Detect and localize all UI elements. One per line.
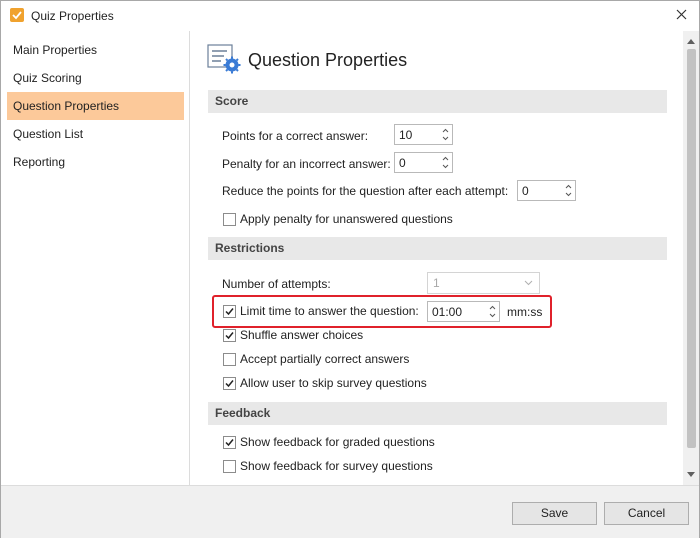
unanswered-penalty-checkbox[interactable] [223,213,236,226]
page-title: Question Properties [248,50,408,70]
quiz-properties-dialog: Quiz Properties Main Properties Quiz Sco… [0,0,700,538]
reduce-points-label: Reduce the points for the question after… [222,184,509,198]
incorrect-penalty-value: 0 [399,156,406,170]
feedback-section-header: Feedback [208,402,667,425]
title-bar: Quiz Properties [1,1,699,31]
chevron-down-icon [524,280,533,286]
unanswered-penalty-label: Apply penalty for unanswered questions [240,212,453,226]
checkmark-icon [225,332,234,340]
vertical-scrollbar[interactable] [683,31,699,485]
partial-answers-checkbox[interactable] [223,353,236,366]
checkmark-icon [225,380,234,388]
dialog-footer: Save Cancel [1,485,699,538]
time-limit-stepper[interactable]: 01:00 [427,301,500,322]
scrollbar-thumb[interactable] [687,49,696,448]
reduce-points-value: 0 [522,184,529,198]
save-button[interactable]: Save [512,502,597,525]
graded-feedback-checkbox[interactable] [223,436,236,449]
skip-survey-checkbox[interactable] [223,377,236,390]
attempts-value: 1 [433,276,440,290]
spin-arrows-icon[interactable] [441,154,450,171]
shuffle-checkbox[interactable] [223,329,236,342]
partial-answers-label: Accept partially correct answers [240,352,410,366]
sidebar-item-main-properties[interactable]: Main Properties [7,36,184,64]
close-button[interactable] [671,5,693,25]
sidebar: Main Properties Quiz Scoring Question Pr… [1,31,190,485]
spin-arrows-icon[interactable] [564,182,573,199]
sidebar-item-reporting[interactable]: Reporting [7,148,184,176]
close-icon [676,9,687,20]
window-title: Quiz Properties [31,9,114,23]
checkmark-icon [225,308,234,316]
incorrect-penalty-stepper[interactable]: 0 [394,152,453,173]
correct-answer-value: 10 [399,128,413,142]
correct-answer-label: Points for a correct answer: [222,129,369,143]
time-limit-value: 01:00 [432,305,463,319]
sidebar-item-question-properties[interactable]: Question Properties [7,92,184,120]
reduce-points-stepper[interactable]: 0 [517,180,576,201]
limit-time-label: Limit time to answer the question: [240,304,419,318]
attempts-label: Number of attempts: [222,277,331,291]
score-section-header: Score [208,90,667,113]
skip-survey-label: Allow user to skip survey questions [240,376,427,390]
correct-answer-stepper[interactable]: 10 [394,124,453,145]
cancel-button[interactable]: Cancel [604,502,689,525]
shuffle-label: Shuffle answer choices [240,328,364,342]
checkmark-icon [225,439,234,447]
survey-feedback-checkbox[interactable] [223,460,236,473]
survey-feedback-label: Show feedback for survey questions [240,459,433,473]
sidebar-item-question-list[interactable]: Question List [7,120,184,148]
spin-arrows-icon[interactable] [441,126,450,143]
time-unit-label: mm:ss [507,305,543,319]
app-checkmark-icon [10,8,24,22]
scroll-down-icon[interactable] [687,472,695,477]
sidebar-item-quiz-scoring[interactable]: Quiz Scoring [7,64,184,92]
restrictions-section-header: Restrictions [208,237,667,260]
graded-feedback-label: Show feedback for graded questions [240,435,435,449]
limit-time-checkbox[interactable] [223,305,236,318]
scroll-up-icon[interactable] [687,39,695,44]
incorrect-penalty-label: Penalty for an incorrect answer: [222,157,391,171]
content-panel: Question Properties Score Points for a c… [191,31,683,485]
question-settings-icon [207,44,241,74]
attempts-dropdown[interactable]: 1 [427,272,540,294]
spin-arrows-icon[interactable] [488,303,497,320]
